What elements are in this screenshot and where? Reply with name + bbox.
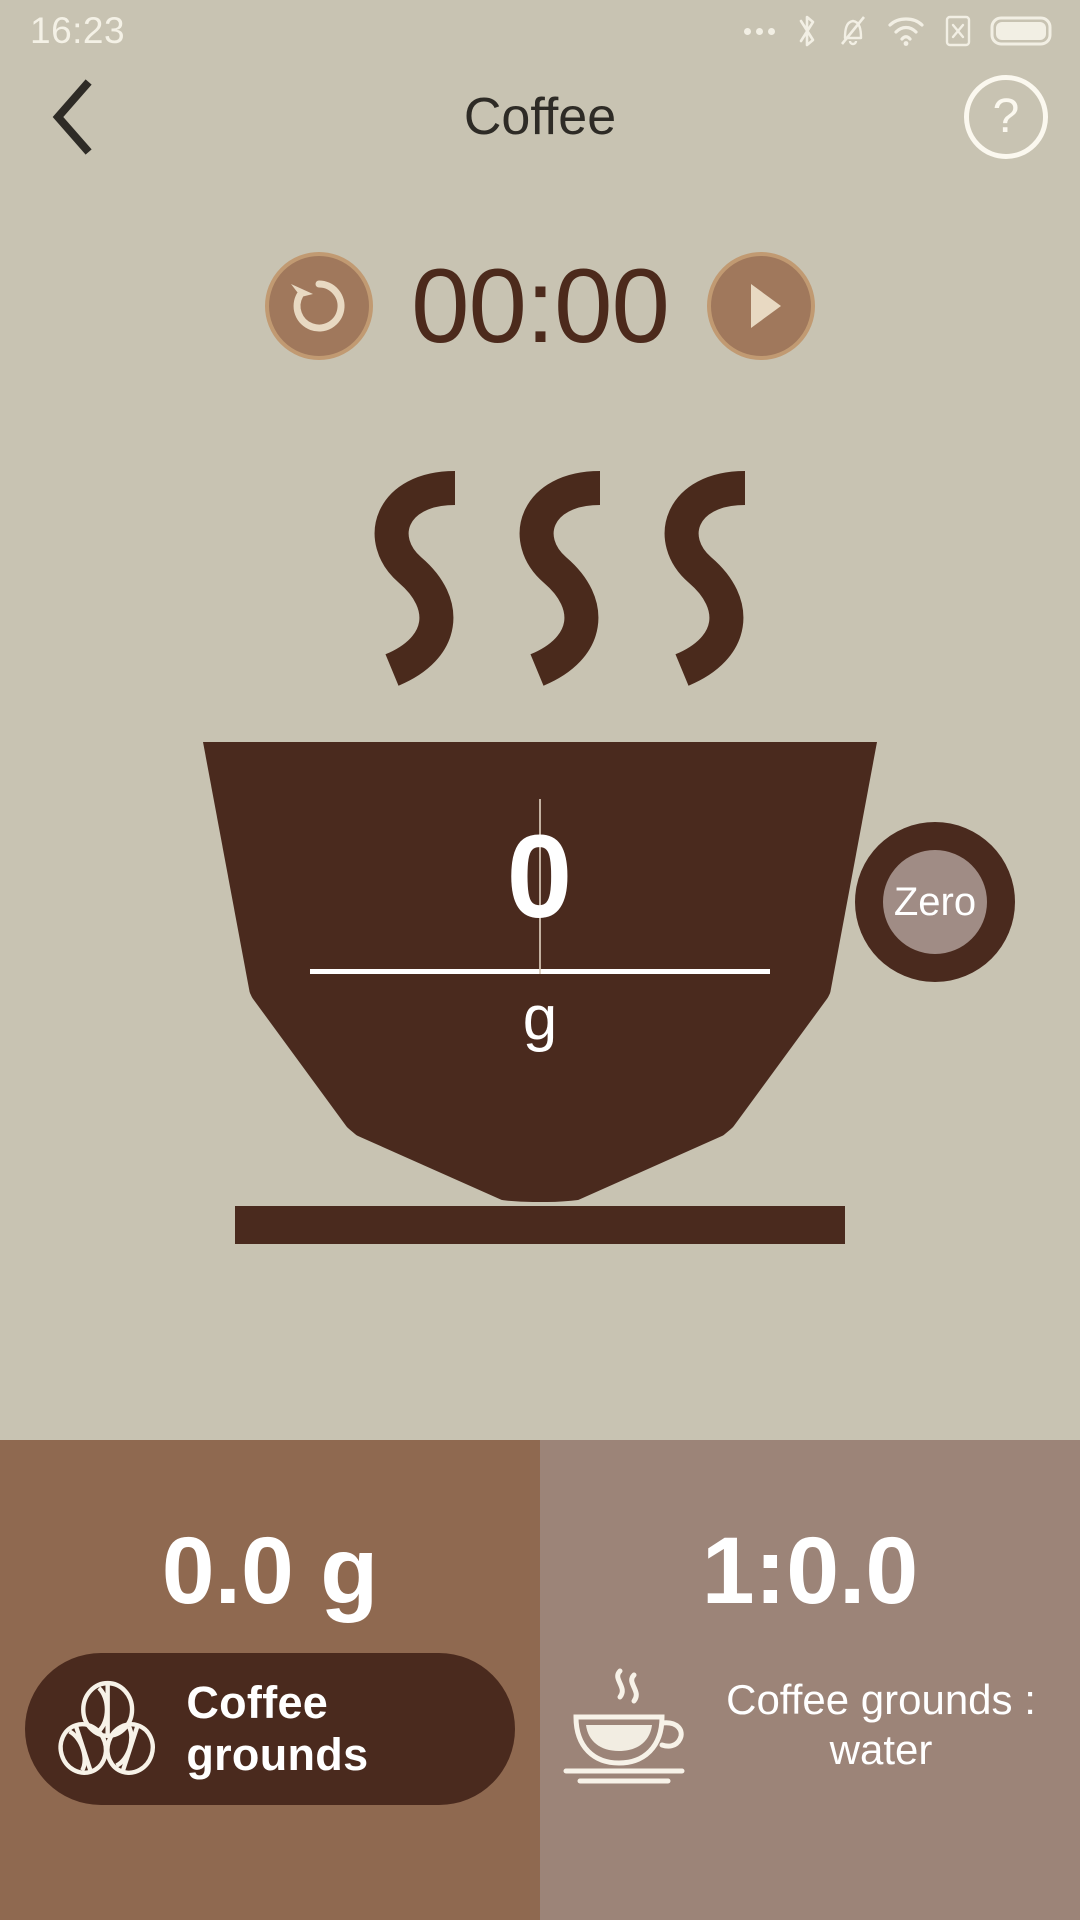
battery-icon <box>990 16 1052 46</box>
steam-swirls-icon <box>374 471 746 686</box>
help-button[interactable]: ? <box>964 75 1048 159</box>
zero-button-label: Zero <box>883 850 987 954</box>
timer-row: 00:00 <box>0 248 1080 364</box>
play-triangle-icon <box>750 284 781 328</box>
wifi-icon <box>888 17 924 46</box>
more-dots-icon <box>744 27 775 35</box>
bluetooth-icon <box>799 15 815 47</box>
status-clock: 16:23 <box>30 10 126 51</box>
cup-saucer-bar <box>235 1206 845 1244</box>
weight-readout: 0 g <box>203 742 877 1202</box>
mute-bell-icon <box>840 16 866 46</box>
page-title: Coffee <box>463 88 617 146</box>
coffee-grounds-panel[interactable]: 0.0 g Coffee grounds <box>0 1440 540 1920</box>
zero-button[interactable]: Zero <box>855 822 1015 982</box>
status-bar: 16:23 <box>0 0 1080 62</box>
timer-reset-button[interactable] <box>265 252 374 360</box>
bottom-panels: 0.0 g Coffee grounds 1:0.0 Coffee ground… <box>0 1440 1080 1920</box>
app-header: Coffee ? <box>0 62 1080 172</box>
weight-value: 0 <box>506 811 574 943</box>
status-icon-group <box>744 12 1054 50</box>
coffee-beans-icon <box>58 1680 155 1775</box>
ratio-value: 1:0.0 <box>701 1518 919 1624</box>
timer-display: 00:00 <box>411 247 670 365</box>
app-screen: 16:23 Coffee ? 00:00 0 g Zero 0.0 g Coff… <box>0 0 1080 1920</box>
coffee-grounds-pill-button[interactable]: Coffee grounds <box>25 1653 515 1805</box>
timer-play-button[interactable] <box>706 252 815 360</box>
coffee-grounds-value: 0.0 g <box>161 1518 379 1624</box>
ratio-label-line1: Coffee grounds : <box>726 1676 1036 1724</box>
ratio-label-line2: water <box>829 1726 933 1773</box>
coffee-grounds-pill-label: Coffee grounds <box>186 1677 369 1780</box>
sim-card-x-icon <box>945 15 971 47</box>
ratio-panel[interactable]: 1:0.0 Coffee grounds : water <box>540 1440 1080 1920</box>
coffee-cup-saucer-icon <box>563 1668 685 1784</box>
reset-arrow-icon <box>291 280 345 332</box>
ratio-label: Coffee grounds : water <box>716 1675 1046 1774</box>
question-mark-icon: ? <box>992 90 1020 143</box>
ratio-label-row: Coffee grounds : water <box>540 1655 1080 1795</box>
weight-value-wrap: 0 <box>203 787 877 974</box>
weight-unit: g <box>522 984 558 1053</box>
